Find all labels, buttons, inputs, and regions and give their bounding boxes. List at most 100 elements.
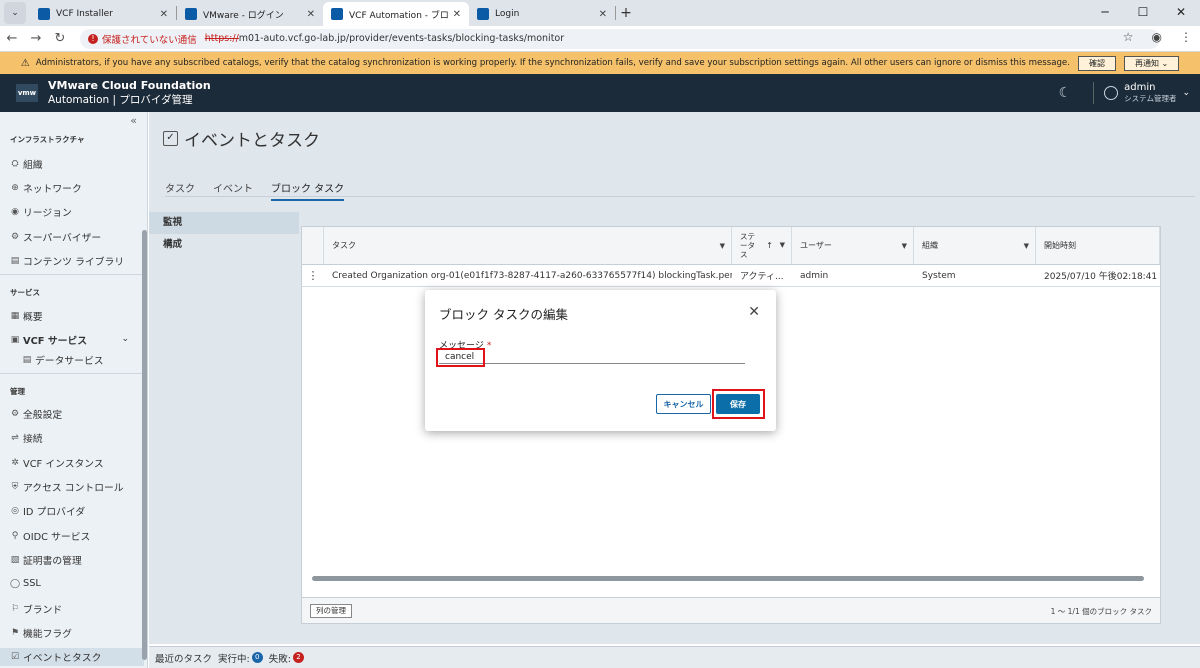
chevron-down-icon[interactable]: ⌄ bbox=[121, 334, 129, 344]
vmware-favicon-icon bbox=[38, 8, 50, 20]
cell-user: admin bbox=[800, 270, 829, 281]
header-divider bbox=[1093, 82, 1095, 104]
new-tab-plus-icon[interactable]: + bbox=[616, 5, 636, 21]
profile-icon[interactable]: ◉ bbox=[1152, 30, 1162, 44]
vmware-logo[interactable]: vmw bbox=[16, 84, 38, 102]
manage-columns-button[interactable]: 列の管理 bbox=[310, 604, 352, 618]
column-header-organization[interactable]: 組織 ▼ bbox=[914, 227, 1036, 264]
warning-triangle-icon: ⚠ bbox=[20, 57, 30, 69]
sidebar-item-vcf-services[interactable]: ▣ VCF サービス bbox=[10, 333, 87, 347]
reload-icon[interactable]: ↻ bbox=[48, 31, 72, 46]
page-title-text: イベントとタスク bbox=[184, 131, 320, 151]
sidebar-item-content-library[interactable]: ▤ コンテンツ ライブラリ bbox=[10, 254, 124, 268]
url-text: m01-auto.vcf.go-lab.jp/provider/events-t… bbox=[238, 33, 565, 44]
save-button[interactable]: 保存 bbox=[716, 394, 760, 414]
minimize-icon[interactable]: ─ bbox=[1086, 0, 1124, 26]
dialog-title: ブロック タスクの編集 bbox=[439, 307, 568, 322]
sidebar-item-branding[interactable]: ⚐ ブランド bbox=[10, 602, 62, 616]
filter-icon[interactable]: ▼ bbox=[780, 241, 785, 250]
sidebar-item-certificate-management[interactable]: ▧ 証明書の管理 bbox=[10, 553, 82, 567]
sidebar-scrollbar[interactable] bbox=[142, 230, 147, 660]
tabs-divider bbox=[165, 196, 1195, 197]
cell-task: Created Organization org-01(e01f1f73-828… bbox=[332, 270, 732, 281]
sidebar-item-feature-flags[interactable]: ⚑ 機能フラグ bbox=[10, 626, 72, 640]
chevron-down-icon[interactable]: ⌄ bbox=[1182, 88, 1190, 98]
sidebar-item-overview[interactable]: ▦ 概要 bbox=[10, 309, 43, 323]
browser-tab-vcf-installer[interactable]: VCF Installer ✕ bbox=[30, 2, 176, 26]
close-tab-icon[interactable]: ✕ bbox=[453, 9, 461, 20]
sidebar-item-label: 証明書の管理 bbox=[23, 556, 82, 567]
address-bar[interactable]: ! 保護されていない通信 https://m01-auto.vcf.go-lab… bbox=[80, 28, 1160, 49]
close-tab-icon[interactable]: ✕ bbox=[160, 9, 168, 20]
close-tab-icon[interactable]: ✕ bbox=[307, 9, 315, 20]
tab-title: Login bbox=[495, 9, 520, 19]
maximize-icon[interactable]: ☐ bbox=[1124, 0, 1162, 26]
sidebar-section-infrastructure: インフラストラクチャ bbox=[10, 135, 85, 144]
close-window-icon[interactable]: ✕ bbox=[1162, 0, 1200, 26]
sidebar-item-network[interactable]: ⊕ ネットワーク bbox=[10, 181, 82, 195]
sidebar-item-region[interactable]: ◉ リージョン bbox=[10, 205, 72, 219]
browser-tab-login[interactable]: Login ✕ bbox=[469, 2, 615, 26]
sidebar-item-events-tasks[interactable]: ☑ イベントとタスク bbox=[0, 648, 144, 666]
subnav-monitor[interactable]: 監視 bbox=[149, 212, 299, 234]
failed-count-badge: 2 bbox=[292, 652, 304, 663]
row-actions-icon[interactable]: ⋮ bbox=[302, 265, 324, 286]
column-header-status[interactable]: ステ ータ ス ↑ ▼ bbox=[732, 227, 792, 264]
column-header-label: タスク bbox=[332, 241, 356, 250]
tab-blocking-tasks[interactable]: ブロック タスク bbox=[271, 180, 345, 201]
services-icon: ▣ bbox=[10, 335, 20, 345]
sidebar-item-organizations[interactable]: ⛭ 組織 bbox=[10, 157, 42, 171]
column-header-label: 組織 bbox=[922, 241, 938, 250]
browser-tab-vmware-login[interactable]: VMware - ログイン ✕ bbox=[177, 2, 323, 26]
sidebar-item-oidc-services[interactable]: ⚲ OIDC サービス bbox=[10, 529, 91, 543]
filter-icon[interactable]: ▼ bbox=[720, 242, 725, 250]
sidebar-item-ssl[interactable]: ◯ SSL bbox=[10, 578, 41, 589]
forward-arrow-icon[interactable]: → bbox=[24, 31, 48, 46]
browser-menu-icon[interactable]: ⋮ bbox=[1180, 30, 1192, 44]
user-menu[interactable]: admin システム管理者 bbox=[1124, 82, 1176, 104]
column-header-user[interactable]: ユーザー ▼ bbox=[792, 227, 914, 264]
security-warning-chip[interactable]: ! 保護されていない通信 bbox=[88, 32, 197, 46]
sidebar-section-admin: 管理 bbox=[10, 387, 25, 396]
message-input[interactable] bbox=[439, 350, 745, 364]
sidebar-item-supervisor[interactable]: ⚙ スーパーバイザー bbox=[10, 230, 101, 244]
column-header-start-time[interactable]: 開始時刻 bbox=[1036, 227, 1160, 264]
sidebar-item-general-settings[interactable]: ⚙ 全般設定 bbox=[10, 407, 62, 421]
table-row[interactable]: ⋮ Created Organization org-01(e01f1f73-8… bbox=[302, 265, 1160, 287]
sidebar-item-vcf-instances[interactable]: ✲ VCF インスタンス bbox=[10, 456, 103, 470]
column-header-label: ータ bbox=[740, 241, 755, 250]
banner-remind-button[interactable]: 再通知 ⌄ bbox=[1123, 55, 1180, 71]
column-header-task[interactable]: タスク ▼ bbox=[324, 227, 732, 264]
url-scheme: https:// bbox=[204, 33, 239, 44]
close-tab-icon[interactable]: ✕ bbox=[599, 9, 607, 20]
recent-tasks-bar[interactable]: 最近のタスク 実行中: 0 失敗: 2 bbox=[149, 646, 1200, 668]
supervisor-icon: ⚙ bbox=[10, 232, 20, 242]
checkbox-tasks-icon: ☑ bbox=[10, 652, 20, 662]
sidebar-item-data-services[interactable]: ▤ データサービス bbox=[22, 353, 104, 367]
filter-icon[interactable]: ▼ bbox=[902, 242, 907, 250]
banner-confirm-button[interactable]: 確認 bbox=[1077, 55, 1116, 71]
sidebar-item-access-control[interactable]: ⛨ アクセス コントロール bbox=[10, 480, 124, 494]
bookmark-star-icon[interactable]: ☆ bbox=[1123, 30, 1134, 44]
filter-icon[interactable]: ▼ bbox=[1024, 242, 1029, 250]
sidebar-section-services: サービス bbox=[10, 288, 40, 297]
tab-events[interactable]: イベント bbox=[213, 180, 253, 201]
tab-search-chevron-icon[interactable]: ⌄ bbox=[4, 2, 26, 24]
sort-arrow-icon[interactable]: ↑ bbox=[766, 241, 773, 250]
subnav-configuration[interactable]: 構成 bbox=[149, 234, 299, 256]
dark-mode-moon-icon[interactable]: ☾ bbox=[1059, 85, 1072, 101]
sub-navigation: 監視 構成 bbox=[149, 212, 299, 256]
sidebar-divider bbox=[0, 373, 147, 374]
collapse-sidebar-icon[interactable]: « bbox=[130, 114, 137, 127]
sidebar-item-label: ブランド bbox=[23, 605, 63, 616]
back-arrow-icon[interactable]: ← bbox=[0, 31, 24, 46]
sidebar-item-connections[interactable]: ⇌ 接続 bbox=[10, 431, 42, 445]
close-icon[interactable]: ✕ bbox=[748, 304, 760, 320]
tab-tasks[interactable]: タスク bbox=[165, 180, 195, 201]
window-controls: ─ ☐ ✕ bbox=[1086, 0, 1200, 26]
horizontal-scrollbar[interactable] bbox=[312, 576, 1144, 581]
grid-footer: 列の管理 1 ～ 1/1 個のブロック タスク bbox=[302, 597, 1160, 623]
cancel-button[interactable]: キャンセル bbox=[656, 394, 711, 414]
browser-tab-vcf-automation[interactable]: VCF Automation - ブロック タスク ✕ bbox=[323, 2, 469, 26]
sidebar-item-id-providers[interactable]: ◎ ID プロバイダ bbox=[10, 504, 85, 518]
